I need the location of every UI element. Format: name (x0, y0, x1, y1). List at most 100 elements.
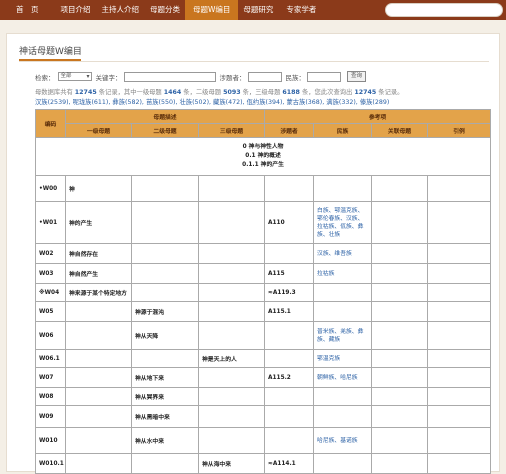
stat-level3: 6188 (282, 89, 300, 96)
level2-cell (131, 243, 199, 264)
related-cell (371, 387, 429, 406)
ethnic-label: 民族： (285, 73, 306, 82)
nav-project-intro[interactable]: 项目介绍 (51, 0, 96, 20)
table-row: •W01 神的产生 A110 白族、鄂温克族、鄂伦春族、汉族、拉祜族、佤族、彝族、壮族 (35, 201, 492, 244)
ethnic-cell[interactable]: 普米族、羌族、彝族、藏族 (313, 321, 373, 350)
search-scope-select[interactable]: 全部 (57, 72, 92, 81)
result-stats: 母数据库共有 12745 条记录，其中一级母题 1464 条，二级母题 5093… (35, 88, 490, 108)
ethnic-cell (313, 301, 373, 322)
section-line: 0 神与神性人物 (242, 144, 284, 150)
stat-text: 条，二级母题 (183, 89, 222, 96)
ethnic-cell[interactable]: 鄂温克族 (313, 349, 373, 368)
ethnic-link[interactable]: 苗族(550), (146, 99, 178, 106)
motif-code: W03 (35, 263, 66, 284)
level1-cell (65, 427, 132, 454)
ethnic-link[interactable]: 傣族(289) (360, 99, 390, 106)
table-row: W010 神从水中来 哈尼族、基诺族 (35, 427, 492, 454)
section-heading: 0 神与神性人物 0.1 神的概述 0.1.1 神的产生 (34, 137, 492, 176)
level1-cell: 神的产生 (65, 201, 132, 244)
col-ethnic: 民族 (313, 123, 373, 138)
level1-cell (65, 387, 132, 406)
cite-cell (427, 349, 492, 368)
ethnic-cell (313, 283, 373, 302)
ethnic-link[interactable]: 壮族(502), (180, 99, 212, 106)
ethnic-filter-links: 汉族(2539), 呢珑族(611), 彝族(582), 苗族(550), 壮族… (35, 99, 389, 106)
nav-home[interactable]: 首 页 (0, 0, 51, 20)
motif-code: W010 (35, 427, 66, 454)
nav-motif-w-catalog[interactable]: 母题W编目 (185, 0, 239, 20)
table-row: W03 神自然产生 A115 拉祜族 (35, 263, 492, 284)
motif-code: W05 (35, 301, 66, 322)
ethnic-link[interactable]: 呢珑族(611), (73, 99, 111, 106)
level3-cell (197, 367, 266, 388)
source-cell (264, 349, 315, 368)
col-cite: 引例 (427, 123, 492, 138)
cite-cell (427, 175, 492, 202)
source-input[interactable] (247, 71, 282, 82)
cite-cell (427, 453, 492, 474)
ethnic-cell[interactable]: 汉族、维吾族 (313, 243, 373, 264)
ethnic-link[interactable]: 汉族(2539), (35, 99, 71, 106)
cite-cell (427, 367, 492, 388)
motif-code: ※W04 (35, 283, 66, 302)
level3-cell: 神是天上的人 (197, 349, 266, 368)
motif-code: W06.1 (35, 349, 66, 368)
ethnic-cell[interactable]: 朝鲜族、哈尼族 (313, 367, 373, 388)
level1-cell: 神来源于某个特定地方 (65, 283, 132, 302)
level3-cell (197, 243, 266, 264)
stat-level2: 5093 (223, 89, 241, 96)
level2-cell (131, 283, 199, 302)
related-cell (371, 427, 429, 454)
ethnic-link[interactable]: 满族(332), (326, 99, 358, 106)
search-scope-label: 检索： (35, 73, 55, 82)
related-cell (371, 453, 429, 474)
ethnic-cell (313, 405, 373, 428)
level2-cell: 神从冥界来 (131, 387, 199, 406)
level2-cell: 神从黑暗中来 (131, 405, 199, 428)
section-line: 0.1 神的概述 (245, 153, 281, 159)
nav-motif-category[interactable]: 母题分类 (144, 0, 185, 20)
related-cell (371, 283, 429, 302)
motif-code: W06 (35, 321, 66, 350)
ethnic-cell[interactable]: 哈尼族、基诺族 (313, 427, 373, 454)
query-button[interactable]: 查询 (347, 71, 367, 82)
table-row: W09 神从黑暗中来 (35, 405, 492, 428)
ethnic-cell[interactable]: 白族、鄂温克族、鄂伦春族、汉族、拉祜族、佤族、彝族、壮族 (313, 201, 373, 244)
site-search-input[interactable] (385, 3, 503, 17)
ethnic-link[interactable]: 佤约族(394), (247, 99, 285, 106)
motif-table: 编码 母题描述 参考项 一级母题 二级母题 三级母题 涉题者 民族 关联母题 引… (34, 109, 492, 474)
ethnic-link[interactable]: 彝族(582), (112, 99, 144, 106)
source-cell (264, 321, 315, 350)
ethnic-cell[interactable]: 拉祜族 (313, 263, 373, 284)
level2-cell (131, 175, 199, 202)
nav-motif-research[interactable]: 母题研究 (238, 0, 278, 20)
source-label: 涉题者： (219, 73, 246, 82)
level1-cell (65, 453, 132, 474)
cite-cell (427, 405, 492, 428)
motif-code: •W01 (35, 201, 66, 244)
related-cell (371, 321, 429, 350)
level3-cell: 神从海中来 (197, 453, 266, 474)
cite-cell (427, 427, 492, 454)
col-code: 编码 (35, 109, 66, 138)
level3-cell (197, 263, 266, 284)
col-level2: 二级母题 (131, 123, 199, 138)
cite-cell (427, 263, 492, 284)
level1-cell: 神 (65, 175, 132, 202)
ethnic-cell (313, 175, 373, 202)
ethnic-link[interactable]: 藏族(472), (213, 99, 245, 106)
level2-cell: 神从天降 (131, 321, 199, 350)
stat-level1: 1464 (163, 89, 182, 96)
ethnic-input[interactable] (307, 71, 341, 82)
level1-cell (65, 405, 132, 428)
nav-host-intro[interactable]: 主持人介绍 (96, 0, 145, 20)
source-cell: A115 (264, 263, 315, 284)
ethnic-link[interactable]: 蒙古族(368), (286, 99, 324, 106)
level1-cell: 神自然产生 (65, 263, 132, 284)
source-cell (264, 387, 315, 406)
level1-cell (65, 367, 132, 388)
nav-experts[interactable]: 专家学者 (278, 0, 321, 20)
keyword-input[interactable] (123, 71, 216, 82)
level2-cell: 神源于混沌 (131, 301, 199, 322)
source-cell: A115.2 (264, 367, 315, 388)
